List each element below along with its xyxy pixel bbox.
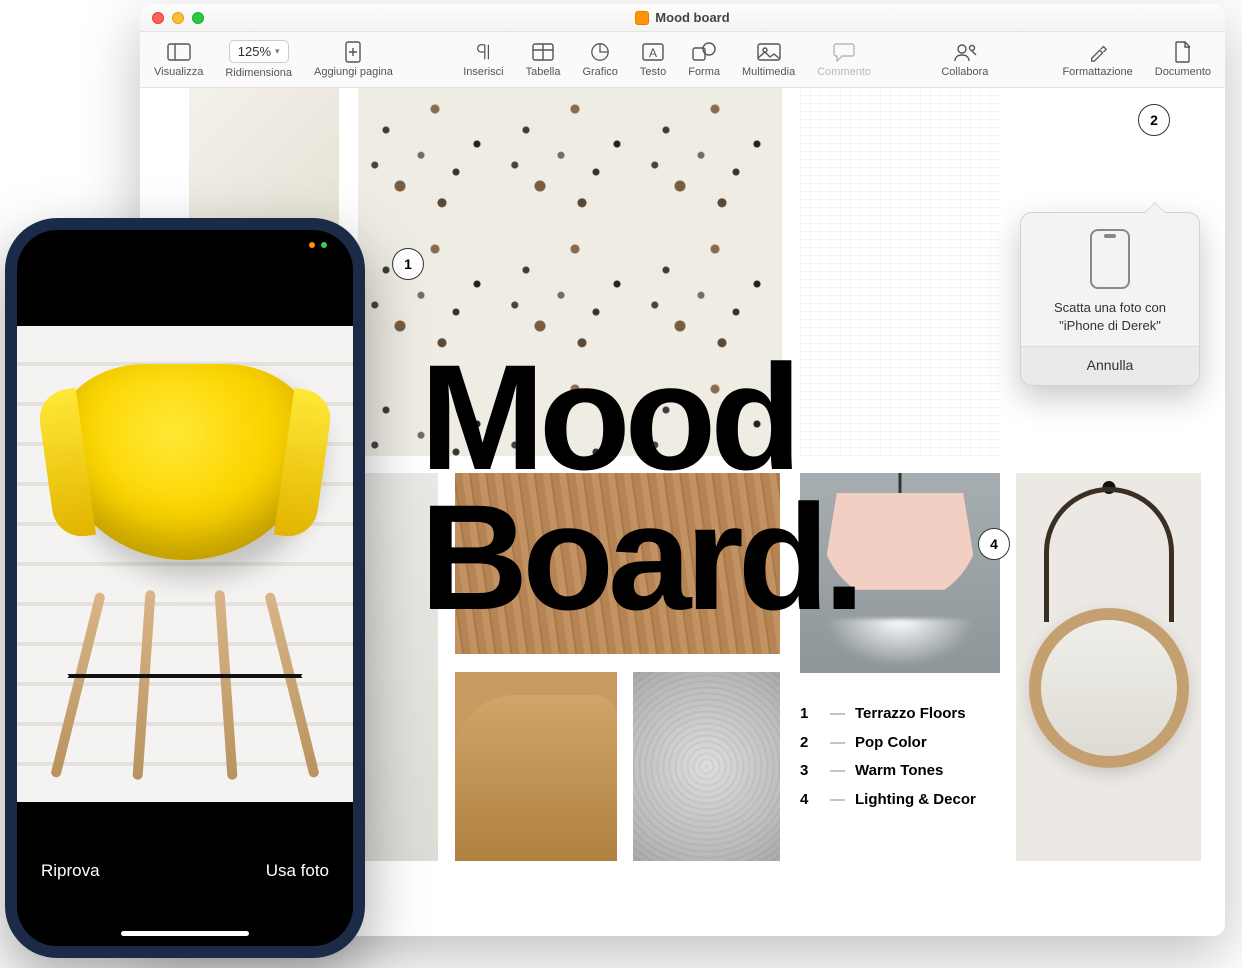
camera-preview[interactable] [17, 326, 353, 802]
image-mirror[interactable] [1016, 473, 1201, 861]
callout-4-num: 4 [990, 536, 998, 552]
zoom-button[interactable]: 125% ▾ Ridimensiona [225, 40, 292, 79]
comment-button: Commento [817, 42, 871, 78]
legend-row: 3 — Warm Tones [800, 757, 976, 786]
legend-text: Terrazzo Floors [855, 700, 966, 729]
legend-dash: — [830, 757, 845, 786]
home-indicator[interactable] [121, 931, 249, 936]
legend-num: 3 [800, 757, 820, 786]
collaborate-label: Collabora [941, 66, 988, 78]
format-label: Formattazione [1062, 66, 1132, 78]
resize-label: Ridimensiona [225, 67, 292, 79]
mic-indicator-icon [309, 242, 315, 248]
chart-icon [588, 42, 612, 62]
image-sofa[interactable] [455, 672, 617, 861]
popover-cancel-label: Annulla [1087, 357, 1134, 373]
mirror-face [1029, 608, 1189, 768]
media-button[interactable]: Multimedia [742, 42, 795, 78]
titlebar: Mood board [140, 4, 1225, 32]
callout-2-num: 2 [1150, 112, 1158, 128]
collaborate-button[interactable]: Collabora [941, 42, 988, 78]
continuity-camera-popover: Scatta una foto con "iPhone di Derek" An… [1020, 212, 1200, 386]
popover-cancel-button[interactable]: Annulla [1021, 346, 1199, 385]
table-button[interactable]: Tabella [526, 42, 561, 78]
document-button[interactable]: Documento [1155, 42, 1211, 78]
headline-line2: Board. [420, 473, 859, 641]
chart-button[interactable]: Grafico [582, 42, 617, 78]
camera-bottom-bar: Riprova Usa foto [17, 826, 353, 946]
media-label: Multimedia [742, 66, 795, 78]
callout-1[interactable]: 1 [392, 248, 424, 280]
legend-text: Warm Tones [855, 757, 943, 786]
comment-icon [832, 42, 856, 62]
view-button[interactable]: Visualizza [154, 42, 203, 78]
table-icon [531, 42, 555, 62]
iphone-screen: Riprova Usa foto [17, 230, 353, 946]
popover-line2: "iPhone di Derek" [1059, 318, 1161, 333]
legend-dash: — [830, 700, 845, 729]
zoom-value: 125% [238, 44, 271, 59]
legend-dash: — [830, 729, 845, 758]
legend-dash: — [830, 786, 845, 815]
legend-text: Pop Color [855, 729, 927, 758]
text-label: Testo [640, 66, 666, 78]
image-fur[interactable] [633, 672, 780, 861]
headline-text[interactable]: Mood Board. [420, 348, 859, 627]
document-icon [1171, 42, 1195, 62]
legend-num: 2 [800, 729, 820, 758]
document-label: Documento [1155, 66, 1211, 78]
add-page-button[interactable]: Aggiungi pagina [314, 42, 393, 78]
view-label: Visualizza [154, 66, 203, 78]
sidebar-icon [167, 42, 191, 62]
text-icon: A [641, 42, 665, 62]
media-icon [757, 42, 781, 62]
iphone-device: Riprova Usa foto [5, 218, 365, 958]
legend-row: 4 — Lighting & Decor [800, 786, 976, 815]
retake-button[interactable]: Riprova [41, 861, 100, 881]
table-label: Tabella [526, 66, 561, 78]
chart-label: Grafico [582, 66, 617, 78]
chair-legs [61, 590, 309, 784]
mirror-strap [1044, 487, 1174, 622]
status-indicators [309, 242, 327, 248]
chair [53, 364, 317, 574]
zoom-value-chip: 125% ▾ [229, 40, 289, 63]
toolbar: Visualizza 125% ▾ Ridimensiona Aggiungi … [140, 32, 1225, 88]
document-icon [635, 11, 649, 25]
use-photo-button[interactable]: Usa foto [266, 861, 329, 881]
add-page-icon [341, 42, 365, 62]
format-button[interactable]: Formattazione [1062, 42, 1132, 78]
insert-label: Inserisci [463, 66, 503, 78]
add-page-label: Aggiungi pagina [314, 66, 393, 78]
comment-label: Commento [817, 66, 871, 78]
chair-seat [58, 364, 312, 560]
iphone-notch [110, 230, 260, 260]
popover-line1: Scatta una foto con [1054, 300, 1166, 315]
callout-1-num: 1 [404, 256, 412, 272]
legend-row: 2 — Pop Color [800, 729, 976, 758]
shape-label: Forma [688, 66, 720, 78]
legend-num: 4 [800, 786, 820, 815]
popover-message: Scatta una foto con "iPhone di Derek" [1021, 299, 1199, 346]
legend-text: Lighting & Decor [855, 786, 976, 815]
shape-button[interactable]: Forma [688, 42, 720, 78]
svg-text:A: A [649, 46, 657, 60]
callout-4[interactable]: 4 [978, 528, 1010, 560]
legend-num: 1 [800, 700, 820, 729]
camera-indicator-icon [321, 242, 327, 248]
collaborate-icon [953, 42, 977, 62]
legend[interactable]: 1 — Terrazzo Floors 2 — Pop Color 3 — Wa… [800, 700, 976, 814]
pilcrow-icon [471, 42, 495, 62]
window-title: Mood board [140, 10, 1225, 25]
text-button[interactable]: A Testo [640, 42, 666, 78]
window-title-text: Mood board [655, 10, 729, 25]
format-icon [1086, 42, 1110, 62]
phone-outline-icon [1090, 229, 1130, 289]
chevron-down-icon: ▾ [275, 46, 280, 57]
shape-icon [692, 42, 716, 62]
legend-row: 1 — Terrazzo Floors [800, 700, 976, 729]
insert-button[interactable]: Inserisci [463, 42, 503, 78]
callout-2[interactable]: 2 [1138, 104, 1170, 136]
